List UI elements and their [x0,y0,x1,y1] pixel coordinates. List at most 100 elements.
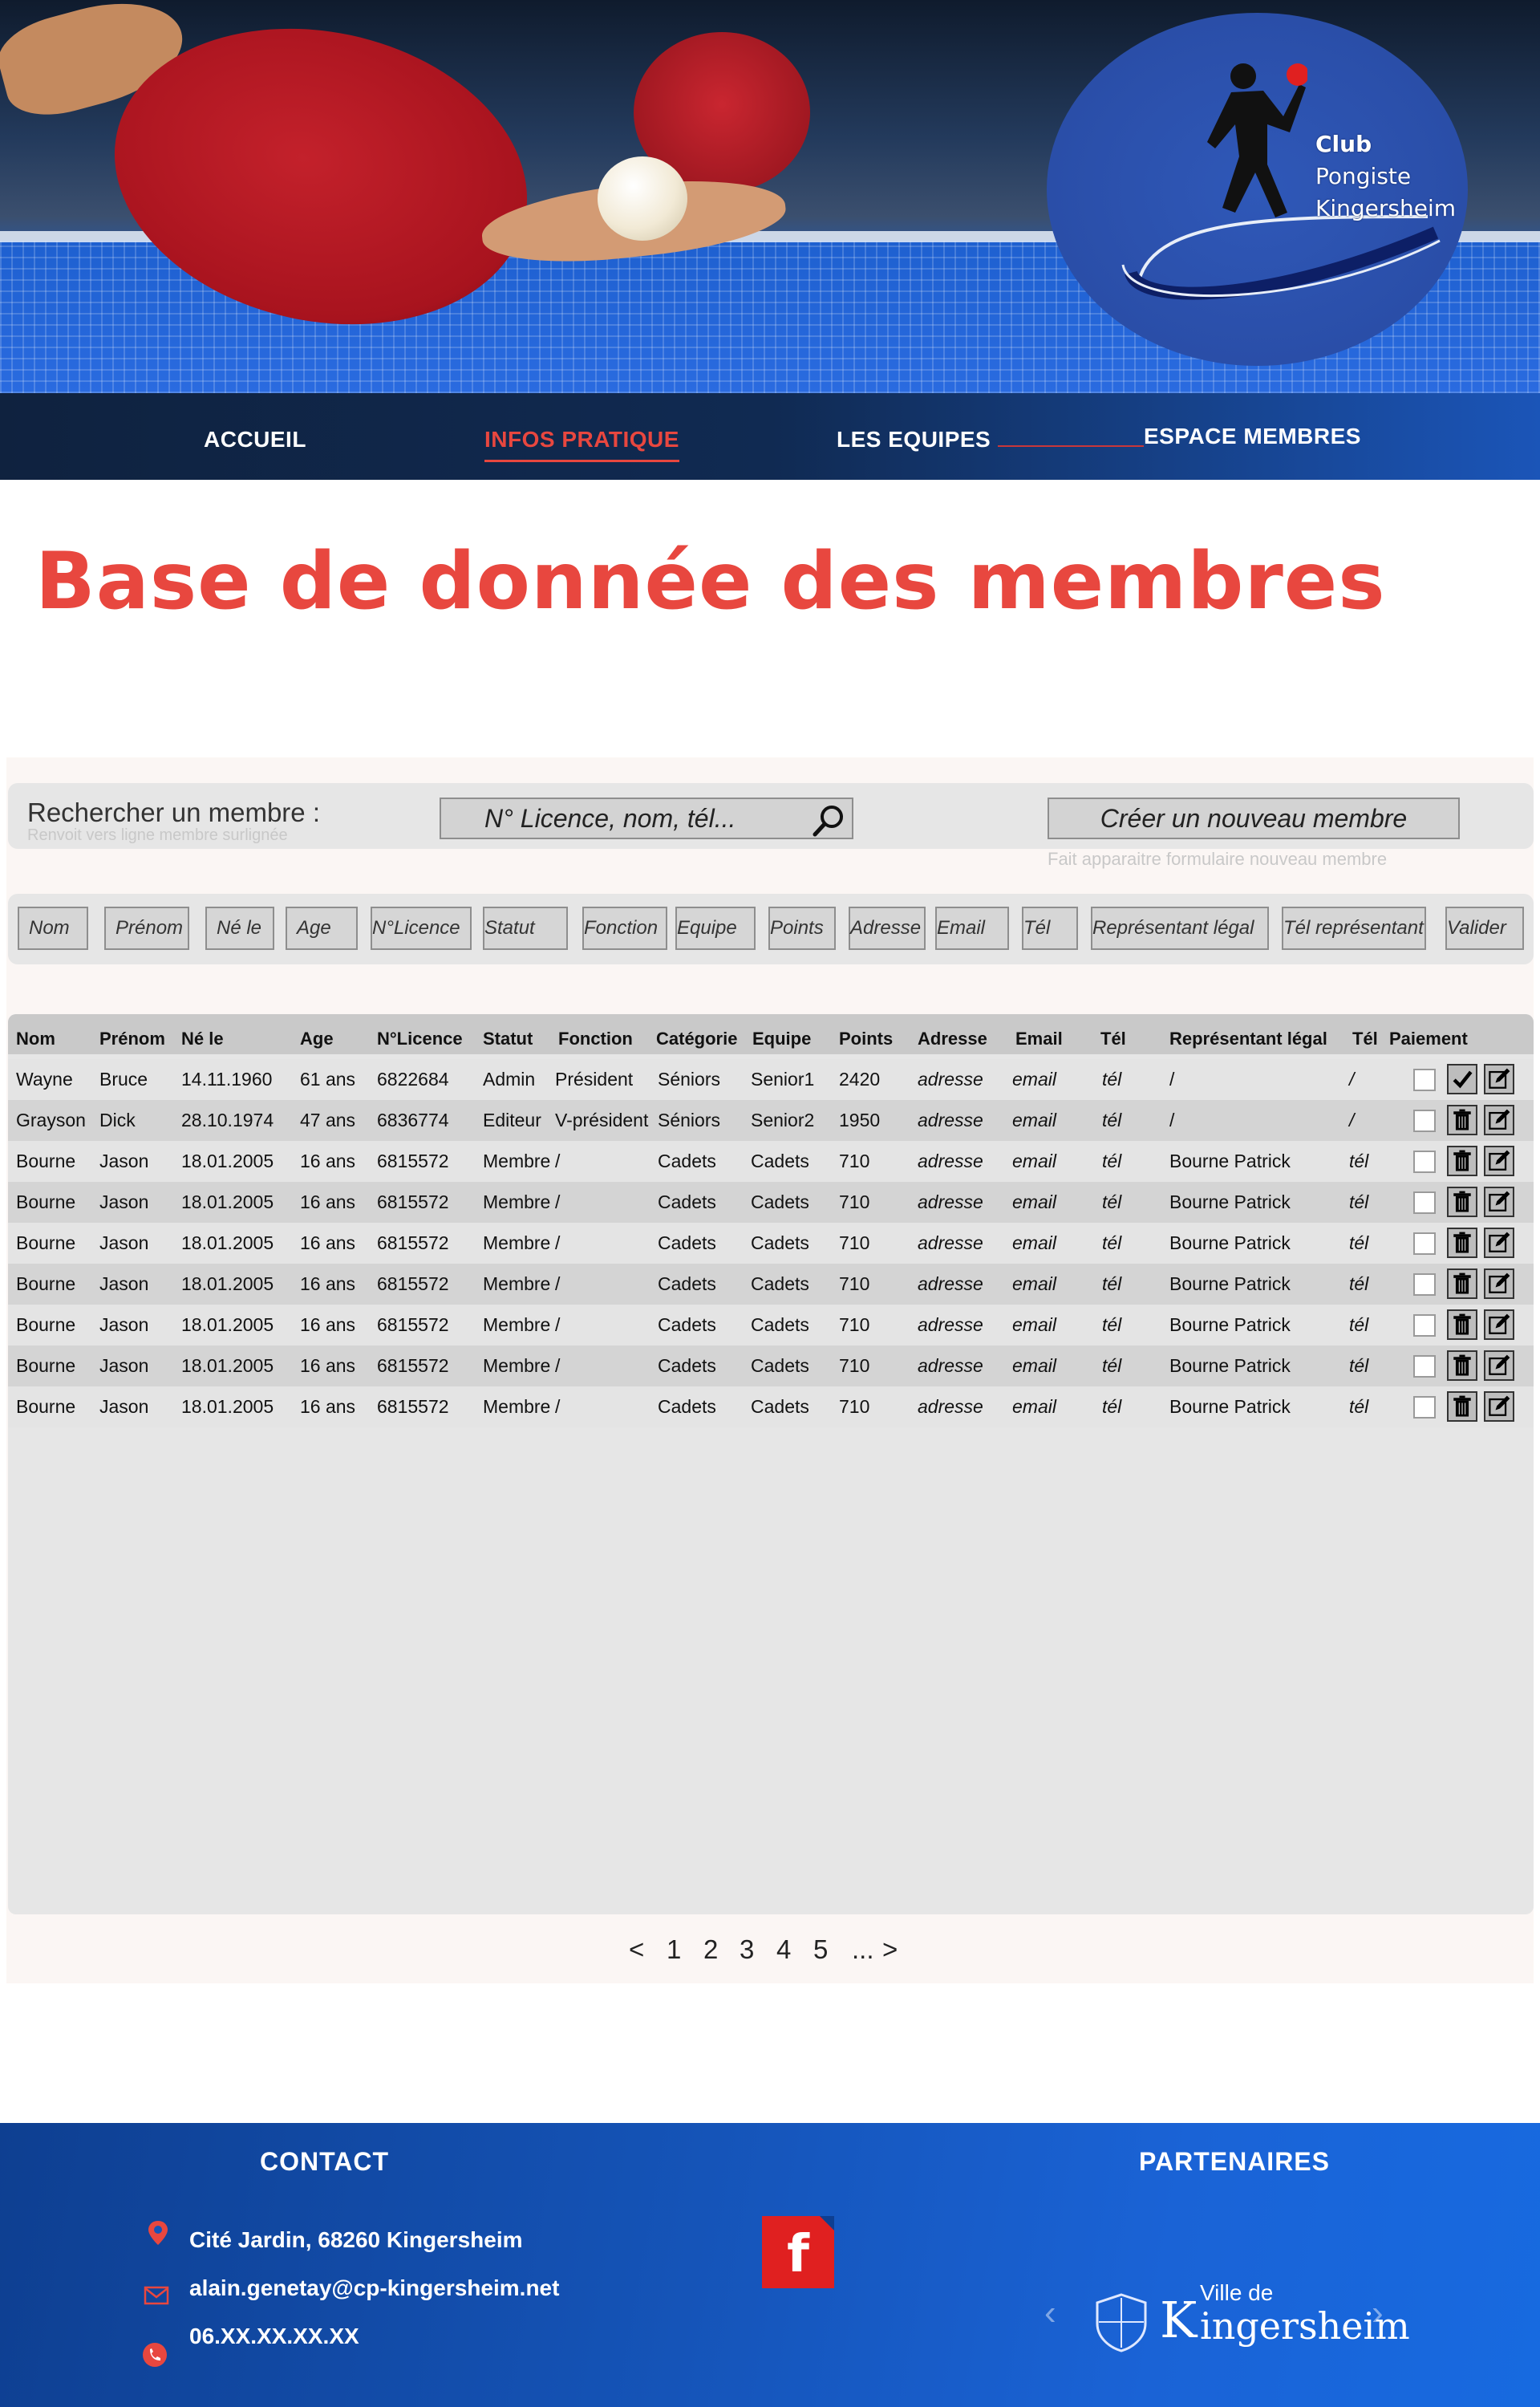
nav-item-les-equipes[interactable]: LES EQUIPES [837,427,991,453]
edit-icon[interactable] [1484,1146,1514,1176]
cell-licence: 6815572 [377,1396,449,1417]
filter-age[interactable]: Age [286,907,358,950]
pagination-next[interactable]: > [882,1934,898,1965]
filter-licence[interactable]: N°Licence [371,907,472,950]
filter-points[interactable]: Points [768,907,836,950]
cell-email: email [1012,1396,1056,1417]
th-equipe[interactable]: Equipe [752,1029,811,1049]
edit-icon[interactable] [1484,1309,1514,1340]
pagination-page-3[interactable]: 3 [740,1934,754,1965]
filter-ne-le[interactable]: Né le [205,907,274,950]
th-licence[interactable]: N°Licence [377,1029,463,1049]
nav-item-accueil[interactable]: ACCUEIL [204,427,306,453]
search-icon[interactable] [810,802,847,839]
th-representant[interactable]: Représentant légal [1169,1029,1327,1049]
cell-fonction: / [555,1191,561,1212]
filter-statut[interactable]: Statut [483,907,568,950]
cell-equipe: Cadets [751,1396,809,1417]
payment-checkbox[interactable] [1413,1110,1436,1132]
th-categorie[interactable]: Catégorie [656,1029,737,1049]
pagination-prev[interactable]: < [629,1934,644,1965]
cell-prenom: Jason [99,1355,149,1376]
edit-icon[interactable] [1484,1228,1514,1258]
facebook-icon[interactable]: f [762,2216,834,2288]
payment-checkbox[interactable] [1413,1273,1436,1296]
th-points[interactable]: Points [839,1029,893,1049]
nav-item-espace-membres[interactable]: ESPACE MEMBRES [1144,424,1361,449]
payment-checkbox[interactable] [1413,1355,1436,1378]
th-age[interactable]: Age [300,1029,334,1049]
edit-icon[interactable] [1484,1268,1514,1299]
th-tel[interactable]: Tél [1100,1029,1126,1049]
pagination-page-4[interactable]: 4 [776,1934,791,1965]
payment-checkbox[interactable] [1413,1151,1436,1173]
filter-tel-representant[interactable]: Tél représentant [1282,907,1426,950]
pagination-page-5[interactable]: 5 [813,1934,828,1965]
trash-icon[interactable] [1447,1228,1477,1258]
trash-icon[interactable] [1447,1146,1477,1176]
cell-ne-le: 18.01.2005 [181,1232,274,1253]
nav-item-infos-pratique[interactable]: INFOS PRATIQUE [484,427,679,462]
th-paiement[interactable]: Paiement [1389,1029,1468,1049]
filter-fonction[interactable]: Fonction [582,907,667,950]
cell-adresse: adresse [918,1232,983,1253]
payment-checkbox[interactable] [1413,1069,1436,1091]
edit-icon[interactable] [1484,1064,1514,1094]
cell-ne-le: 18.01.2005 [181,1314,274,1335]
th-fonction[interactable]: Fonction [558,1029,633,1049]
filter-prenom[interactable]: Prénom [104,907,189,950]
filter-nom[interactable]: Nom [18,907,88,950]
th-ne-le[interactable]: Né le [181,1029,224,1049]
cell-adresse: adresse [918,1151,983,1171]
edit-icon[interactable] [1484,1105,1514,1135]
payment-checkbox[interactable] [1413,1396,1436,1419]
trash-icon[interactable] [1447,1268,1477,1299]
create-member-button[interactable]: Créer un nouveau membre [1048,798,1460,839]
filter-adresse[interactable]: Adresse [849,907,926,950]
edit-icon[interactable] [1484,1187,1514,1217]
payment-checkbox[interactable] [1413,1232,1436,1255]
edit-icon[interactable] [1484,1391,1514,1422]
partner-name[interactable]: ingersheim [1200,2304,1410,2348]
checkmark-icon[interactable] [1447,1064,1477,1094]
th-statut[interactable]: Statut [483,1029,533,1049]
pagination-page-1[interactable]: 1 [667,1934,681,1965]
search-input[interactable]: N° Licence, nom, tél... [440,798,853,839]
cell-categorie: Cadets [658,1273,716,1294]
filter-valider[interactable]: Valider [1445,907,1524,950]
cell-prenom: Jason [99,1151,149,1171]
trash-icon[interactable] [1447,1309,1477,1340]
chevron-left-icon[interactable]: ‹ [1044,2293,1056,2333]
contact-email[interactable]: alain.genetay@cp-kingersheim.net [189,2275,559,2301]
create-member-hint: Fait apparaitre formulaire nouveau membr… [1048,849,1388,869]
nav-divider [998,445,1144,447]
trash-icon[interactable] [1447,1391,1477,1422]
cell-prenom: Jason [99,1273,149,1294]
th-nom[interactable]: Nom [16,1029,55,1049]
cell-licence: 6815572 [377,1191,449,1212]
cell-statut: Membre [483,1396,551,1417]
th-prenom[interactable]: Prénom [99,1029,165,1049]
trash-icon[interactable] [1447,1350,1477,1381]
cell-tel: tél [1102,1191,1122,1212]
filter-representant[interactable]: Représentant légal [1091,907,1269,950]
pagination-page-2[interactable]: 2 [703,1934,718,1965]
edit-icon[interactable] [1484,1350,1514,1381]
cell-ne-le: 18.01.2005 [181,1273,274,1294]
th-tel-representant[interactable]: Tél [1352,1029,1378,1049]
trash-icon[interactable] [1447,1105,1477,1135]
cell-tel-rep: tél [1349,1396,1369,1417]
filter-equipe[interactable]: Equipe [675,907,756,950]
cell-tel: tél [1102,1110,1122,1130]
filter-tel[interactable]: Tél [1022,907,1078,950]
cell-points: 1950 [839,1110,881,1130]
cell-points: 710 [839,1355,870,1376]
th-adresse[interactable]: Adresse [918,1029,987,1049]
filter-email[interactable]: Email [935,907,1009,950]
trash-icon[interactable] [1447,1187,1477,1217]
payment-checkbox[interactable] [1413,1314,1436,1337]
payment-checkbox[interactable] [1413,1191,1436,1214]
th-email[interactable]: Email [1015,1029,1063,1049]
cell-tel-rep: tél [1349,1232,1369,1253]
cell-age: 16 ans [300,1151,356,1171]
